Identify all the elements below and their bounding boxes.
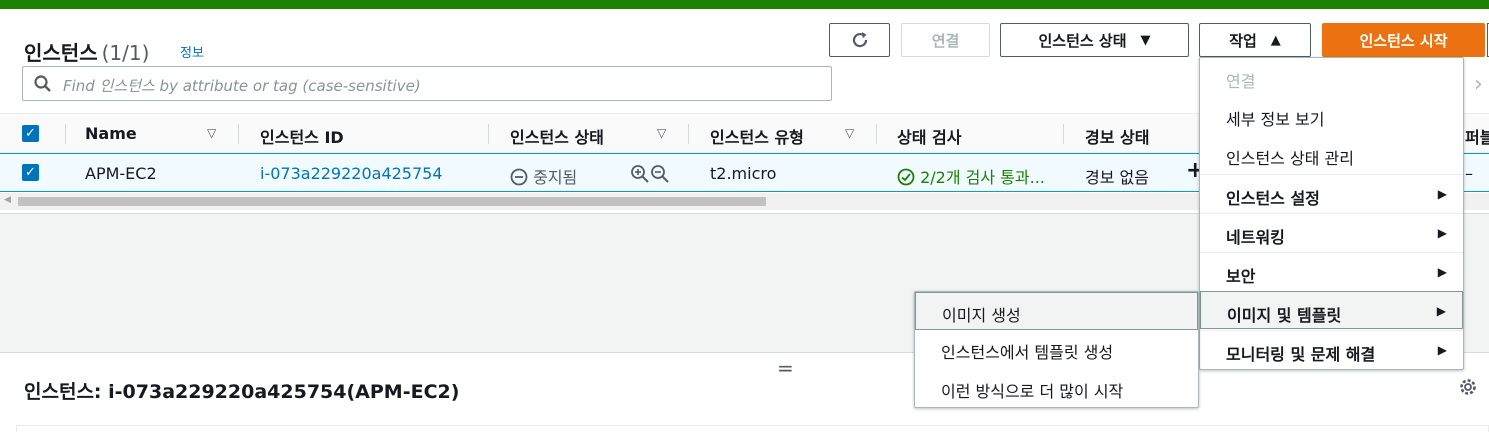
drag-handle-icon[interactable]: = (777, 356, 794, 380)
check-circle-icon (897, 168, 915, 186)
submenu-arrow-icon: ▶ (1436, 304, 1446, 318)
page-title: 인스턴스 (1/1) (24, 37, 149, 66)
chevron-right-icon[interactable]: › (1474, 72, 1483, 97)
column-header-status-check[interactable]: 상태 검사 (897, 124, 961, 148)
sort-caret-icon[interactable]: ▽ (207, 126, 216, 140)
menu-item-image-templates[interactable]: 이미지 및 템플릿 ▶ (1200, 291, 1463, 329)
refresh-icon (852, 32, 867, 48)
caret-down-icon: ▼ (1140, 32, 1151, 48)
submenu-arrow-icon: ▶ (1437, 265, 1447, 279)
sort-caret-icon[interactable]: ▽ (845, 126, 854, 140)
menu-item-manage-state[interactable]: 인스턴스 상태 관리 (1200, 135, 1463, 173)
submenu-item-launch-more[interactable]: 이런 방식으로 더 많이 시작 (915, 369, 1198, 407)
gear-icon[interactable] (1457, 376, 1479, 398)
menu-item-security[interactable]: 보안 ▶ (1200, 252, 1463, 290)
column-header-name[interactable]: Name (85, 124, 137, 143)
refresh-button[interactable] (829, 23, 890, 57)
detail-title: 인스턴스: i-073a229220a425754(APM-EC2) (24, 381, 460, 403)
column-divider (488, 124, 489, 144)
connect-button[interactable]: 연결 (901, 23, 990, 57)
submenu-arrow-icon: ▶ (1437, 343, 1447, 357)
monitoring-label: 모니터링 및 문제 해결 (1226, 345, 1376, 364)
zoom-out-icon[interactable] (650, 164, 670, 184)
search-placeholder: Find 인스턴스 by attribute or tag (case-sens… (63, 77, 421, 95)
cell-instance-type: t2.micro (710, 164, 777, 183)
instance-state-button[interactable]: 인스턴스 상태 ▼ (1000, 23, 1189, 57)
column-header-alarm-status[interactable]: 경보 상태 (1085, 124, 1149, 148)
scroll-left-icon[interactable]: ◀ (4, 195, 11, 205)
column-divider (238, 124, 239, 144)
instance-state-label: 인스턴스 상태 (1038, 31, 1127, 50)
status-check-text: 2/2개 검사 통과... (920, 168, 1045, 187)
scrollbar-thumb[interactable] (18, 197, 766, 206)
actions-dropdown-menu: 연결 세부 정보 보기 인스턴스 상태 관리 인스턴스 설정 ▶ 네트워킹 ▶ 보안… (1199, 57, 1464, 370)
column-header-public[interactable]: 퍼블 (1465, 124, 1489, 148)
cell-alarm-status: 경보 없음 (1085, 168, 1149, 187)
cell-name: APM-EC2 (85, 164, 157, 183)
column-header-instance-id[interactable]: 인스턴스 ID (260, 124, 344, 148)
menu-item-view-details[interactable]: 세부 정보 보기 (1200, 96, 1463, 134)
top-status-bar (0, 0, 1489, 9)
networking-label: 네트워킹 (1226, 228, 1285, 247)
cell-status-check[interactable]: 2/2개 검사 통과... (897, 164, 1045, 188)
page-title-text: 인스턴스 (24, 41, 98, 65)
image-templates-label: 이미지 및 템플릿 (1227, 306, 1342, 325)
cell-instance-id-link[interactable]: i-073a229220a425754 (260, 164, 443, 183)
actions-label: 작업 (1229, 31, 1257, 50)
select-all-checkbox[interactable]: ✓ (22, 125, 39, 142)
submenu-arrow-icon: ▶ (1437, 226, 1447, 240)
instance-count: (1/1) (101, 41, 150, 65)
column-header-instance-state[interactable]: 인스턴스 상태 (510, 124, 604, 148)
actions-button[interactable]: 작업 ▲ (1199, 23, 1311, 57)
instance-settings-label: 인스턴스 설정 (1226, 189, 1320, 208)
column-divider (1063, 124, 1064, 144)
column-divider (688, 124, 689, 144)
info-link[interactable]: 정보 (180, 42, 204, 61)
menu-item-networking[interactable]: 네트워킹 ▶ (1200, 213, 1463, 251)
submenu-arrow-icon: ▶ (1437, 187, 1447, 201)
caret-up-icon: ▲ (1270, 32, 1281, 48)
security-label: 보안 (1226, 267, 1256, 286)
column-divider (876, 124, 877, 144)
search-icon (34, 75, 51, 92)
zoom-in-icon[interactable] (630, 164, 650, 184)
search-input[interactable]: Find 인스턴스 by attribute or tag (case-sens… (22, 66, 832, 101)
column-header-instance-type[interactable]: 인스턴스 유형 (710, 124, 804, 148)
stopped-icon (510, 168, 528, 186)
menu-item-connect[interactable]: 연결 (1200, 58, 1463, 96)
cell-public: – (1465, 164, 1473, 183)
cell-instance-state: 중지됨 (510, 164, 577, 188)
detail-content (16, 425, 1489, 432)
submenu-item-create-template[interactable]: 인스턴스에서 템플릿 생성 (915, 330, 1198, 368)
submenu-item-create-image[interactable]: 이미지 생성 (915, 292, 1198, 330)
sort-caret-icon[interactable]: ▽ (657, 126, 666, 140)
state-text: 중지됨 (533, 168, 578, 187)
image-templates-submenu: 이미지 생성 인스턴스에서 템플릿 생성 이런 방식으로 더 많이 시작 (914, 291, 1199, 408)
menu-item-monitoring[interactable]: 모니터링 및 문제 해결 ▶ (1200, 330, 1463, 368)
row-checkbox[interactable]: ✓ (22, 164, 39, 181)
column-divider (65, 124, 66, 144)
launch-instance-button[interactable]: 인스턴스 시작 (1322, 23, 1485, 57)
menu-item-instance-settings[interactable]: 인스턴스 설정 ▶ (1200, 174, 1463, 212)
